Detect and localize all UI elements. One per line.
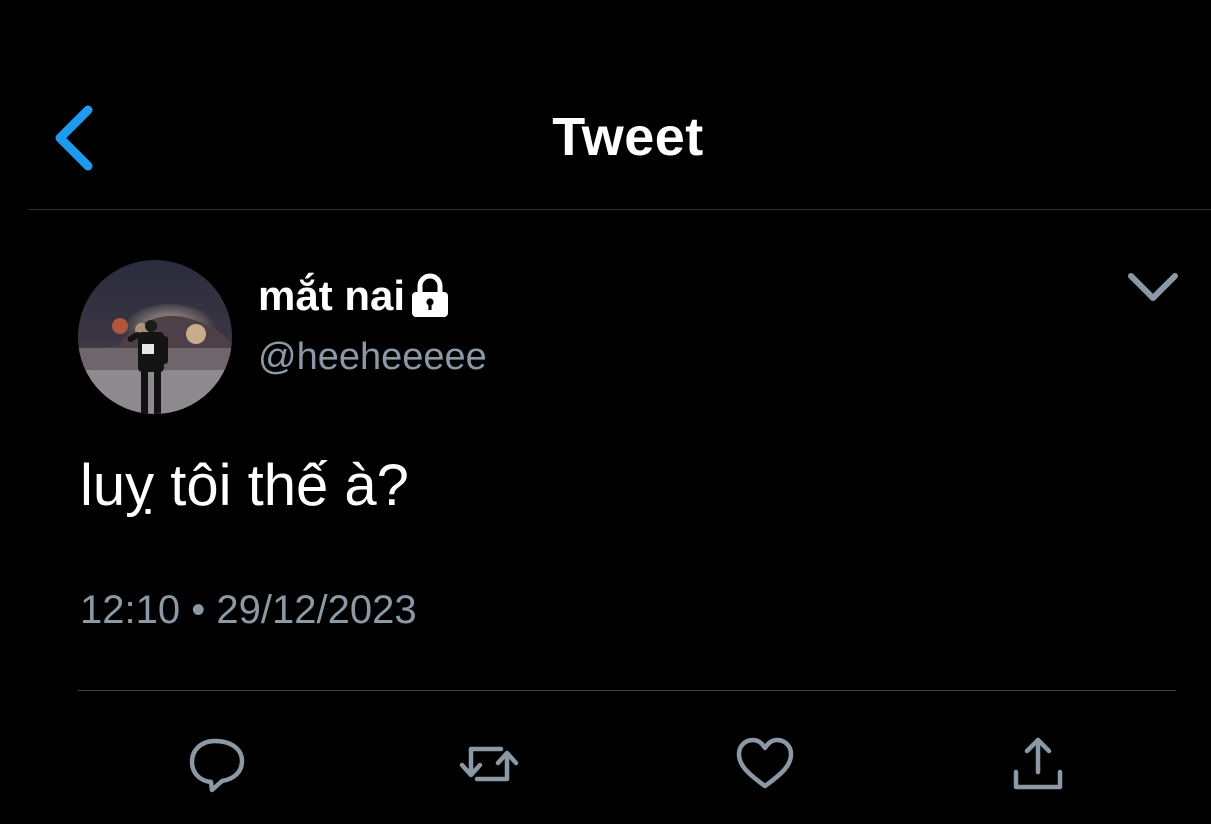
navigation-bar: Tweet (0, 0, 1211, 210)
tweet-menu-button[interactable] (1120, 262, 1186, 312)
display-name[interactable]: mắt nai (258, 272, 405, 320)
share-button[interactable] (1006, 732, 1070, 796)
author-name-row[interactable]: mắt nai (258, 270, 451, 322)
lock-icon (409, 273, 451, 319)
header-divider (28, 209, 1211, 210)
tweet-time: 12:10 (80, 588, 181, 632)
chevron-down-icon (1128, 273, 1178, 301)
retweet-icon (459, 746, 519, 782)
tweet-timestamp: 12:10 • 29/12/2023 (80, 588, 417, 633)
page-title: Tweet (552, 107, 704, 167)
tweet-action-bar (0, 720, 1211, 810)
speech-bubble-icon (189, 738, 245, 793)
retweet-button[interactable] (457, 732, 521, 796)
avatar[interactable] (78, 260, 232, 414)
author-handle[interactable]: @heeheeeee (258, 336, 487, 379)
heart-icon (736, 737, 794, 789)
avatar-photo (78, 260, 232, 414)
reply-button[interactable] (185, 732, 249, 796)
tweet-date: 29/12/2023 (216, 588, 417, 632)
timestamp-separator: • (191, 588, 206, 632)
share-icon (1013, 737, 1063, 790)
like-button[interactable] (733, 732, 797, 796)
tweet-text: luỵ tôi thế à? (80, 453, 409, 518)
actions-divider (78, 690, 1176, 691)
